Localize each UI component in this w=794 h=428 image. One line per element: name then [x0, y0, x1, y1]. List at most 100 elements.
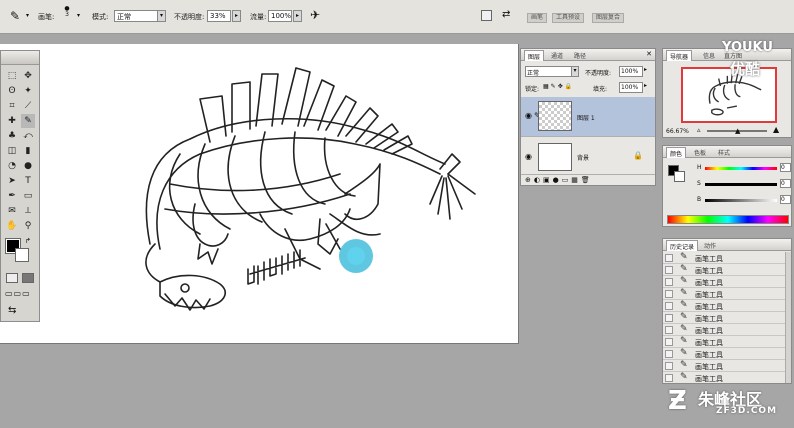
history-snapshot-checkbox[interactable]: [665, 302, 673, 310]
swap-colors-icon[interactable]: ↱: [25, 237, 31, 245]
history-snapshot-checkbox[interactable]: [665, 374, 673, 382]
palette-well-icon[interactable]: ⇄: [502, 9, 510, 20]
path-selection-tool-icon[interactable]: ➤: [5, 174, 19, 188]
palette-tab-brushes[interactable]: 画笔: [527, 13, 548, 23]
color-panel-bg-swatch[interactable]: [674, 171, 685, 182]
mode-dropdown-icon[interactable]: ▾: [157, 10, 166, 22]
brush-tool-icon[interactable]: ✎: [21, 114, 35, 128]
document-canvas[interactable]: [0, 44, 519, 344]
layer-blend-mode-select[interactable]: 正常: [525, 66, 573, 77]
notes-tool-icon[interactable]: ✉: [5, 204, 19, 218]
standard-mode-icon[interactable]: [6, 273, 18, 283]
history-snapshot-checkbox[interactable]: [665, 278, 673, 286]
magic-wand-tool-icon[interactable]: ✦: [21, 84, 35, 98]
channel-s-slider[interactable]: [705, 183, 777, 186]
brush-preview[interactable]: ● 3: [62, 6, 72, 18]
flow-input[interactable]: 100%: [268, 10, 292, 22]
history-snapshot-checkbox[interactable]: [665, 350, 673, 358]
layer-opacity-arrow-icon[interactable]: ▸: [644, 66, 647, 73]
tool-preset-arrow-icon[interactable]: ▾: [26, 12, 29, 19]
tab-paths[interactable]: 路径: [571, 50, 589, 61]
zoom-tool-icon[interactable]: ⚲: [21, 219, 35, 233]
history-brush-tool-icon[interactable]: ⤺: [21, 129, 35, 143]
brush-tool-icon[interactable]: ✎: [10, 9, 20, 23]
navigator-zoom-value[interactable]: 66.67%: [666, 128, 689, 135]
move-tool-icon[interactable]: ✥: [21, 69, 35, 83]
history-item[interactable]: ✎ 画笔工具: [663, 360, 787, 372]
tab-channels[interactable]: 通道: [548, 50, 566, 61]
navigator-zoom-slider-thumb[interactable]: ▲: [735, 127, 740, 135]
fill-input[interactable]: 100%: [619, 82, 643, 93]
history-item[interactable]: ✎ 画笔工具: [663, 312, 787, 324]
panel-close-icon[interactable]: ✕: [646, 50, 652, 58]
navigator-zoom-in-icon[interactable]: ▲: [773, 125, 779, 134]
history-snapshot-checkbox[interactable]: [665, 338, 673, 346]
tab-actions[interactable]: 动作: [701, 240, 719, 251]
shape-tool-icon[interactable]: ▭: [21, 189, 35, 203]
history-item[interactable]: ✎ 画笔工具: [663, 288, 787, 300]
layers-panel-footer-icons[interactable]: ⊕◐▣●▭▦🗑: [525, 176, 593, 184]
crop-tool-icon[interactable]: ⌗: [5, 99, 19, 113]
history-item[interactable]: ✎ 画笔工具: [663, 336, 787, 348]
history-snapshot-checkbox[interactable]: [665, 326, 673, 334]
tab-color[interactable]: 颜色: [666, 147, 687, 158]
channel-h-value[interactable]: 0: [780, 163, 791, 172]
layer-row-background[interactable]: ◉ 背景 🔒: [521, 139, 655, 175]
history-item[interactable]: ✎ 画笔工具: [663, 276, 787, 288]
history-snapshot-checkbox[interactable]: [665, 254, 673, 262]
history-snapshot-checkbox[interactable]: [665, 290, 673, 298]
history-item[interactable]: ✎ 画笔工具: [663, 264, 787, 276]
jump-to-imageready-icon[interactable]: ⇆: [8, 305, 16, 316]
tab-info[interactable]: 信息: [700, 50, 718, 61]
lasso-tool-icon[interactable]: ʘ: [5, 84, 19, 98]
fill-arrow-icon[interactable]: ▸: [644, 82, 647, 89]
layer-visibility-eye-icon[interactable]: ◉: [525, 152, 532, 161]
background-color-swatch[interactable]: [15, 248, 29, 262]
navigator-zoom-out-icon[interactable]: ▵: [697, 126, 701, 134]
color-spectrum-bar[interactable]: [667, 215, 789, 224]
opacity-slider-arrow-icon[interactable]: ▸: [232, 10, 241, 22]
channel-s-value[interactable]: 0: [780, 179, 791, 188]
dodge-tool-icon[interactable]: ●: [21, 159, 35, 173]
channel-b-value[interactable]: 0: [780, 195, 791, 204]
slice-tool-icon[interactable]: ⟋: [21, 99, 35, 113]
healing-brush-tool-icon[interactable]: ✚: [5, 114, 19, 128]
history-item[interactable]: ✎ 画笔工具: [663, 300, 787, 312]
channel-b-slider[interactable]: [705, 199, 777, 202]
layer-opacity-input[interactable]: 100%: [619, 66, 643, 77]
tab-navigator[interactable]: 导航器: [666, 50, 693, 61]
navigator-preview[interactable]: [681, 67, 777, 123]
brush-picker-arrow-icon[interactable]: ▾: [77, 12, 80, 19]
history-item[interactable]: ✎ 画笔工具: [663, 252, 787, 264]
gradient-tool-icon[interactable]: ▮: [21, 144, 35, 158]
history-snapshot-checkbox[interactable]: [665, 362, 673, 370]
flow-slider-arrow-icon[interactable]: ▸: [293, 10, 302, 22]
layer-blend-dropdown-icon[interactable]: ▾: [571, 66, 579, 77]
layer-row-layer1[interactable]: ◉ ✎ 图层 1: [521, 97, 655, 137]
channel-h-slider[interactable]: [705, 167, 777, 170]
hand-tool-icon[interactable]: ✋: [5, 219, 19, 233]
quick-mask-mode-icon[interactable]: [22, 273, 34, 283]
history-item[interactable]: ✎ 画笔工具: [663, 324, 787, 336]
history-snapshot-checkbox[interactable]: [665, 314, 673, 322]
screen-mode-icons[interactable]: ▭▭▭: [5, 289, 31, 298]
tab-history[interactable]: 历史记录: [666, 240, 699, 251]
marquee-tool-icon[interactable]: ⬚: [5, 69, 19, 83]
opacity-input[interactable]: 33%: [207, 10, 231, 22]
eyedropper-tool-icon[interactable]: ⟂: [21, 204, 35, 218]
blur-tool-icon[interactable]: ◔: [5, 159, 19, 173]
tab-styles[interactable]: 样式: [715, 147, 733, 158]
type-tool-icon[interactable]: T: [21, 174, 35, 188]
mode-select[interactable]: 正常: [114, 10, 158, 22]
palette-tab-tool-presets[interactable]: 工具预设: [552, 13, 585, 23]
history-item[interactable]: ✎ 画笔工具: [663, 348, 787, 360]
toolbox-header[interactable]: [1, 51, 39, 65]
lock-icons[interactable]: ▦✎✥🔒: [543, 83, 574, 90]
history-item[interactable]: ✎ 画笔工具: [663, 372, 787, 383]
history-scrollbar[interactable]: [785, 252, 791, 383]
tab-swatches[interactable]: 色板: [691, 147, 709, 158]
file-browser-icon[interactable]: [481, 10, 492, 21]
layer-visibility-eye-icon[interactable]: ◉: [525, 111, 532, 120]
tab-layers[interactable]: 图层: [524, 50, 545, 61]
eraser-tool-icon[interactable]: ◫: [5, 144, 19, 158]
